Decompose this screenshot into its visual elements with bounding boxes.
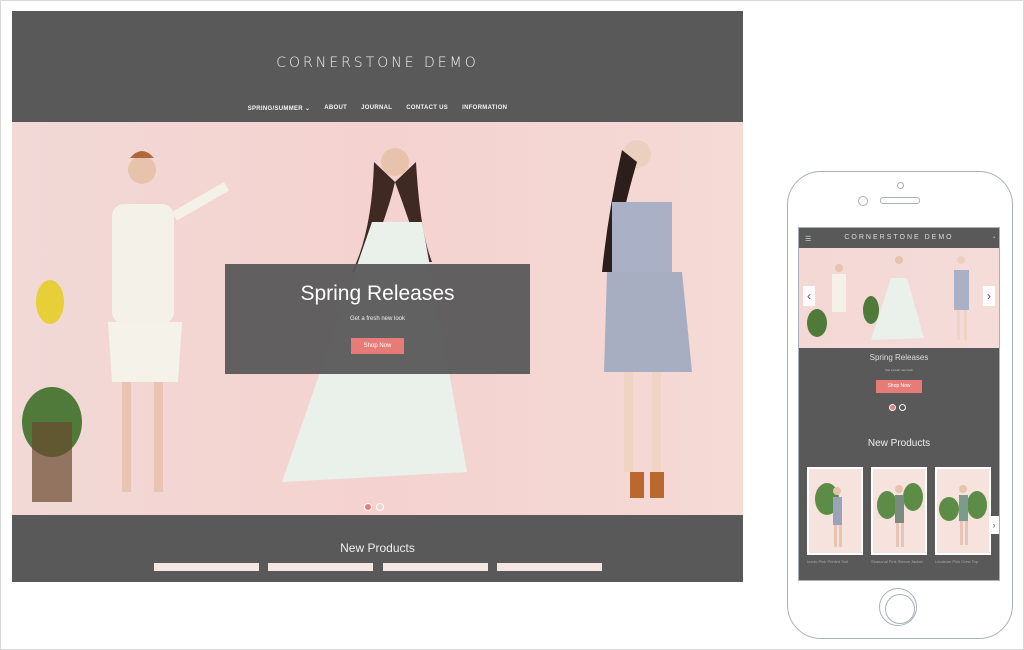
mobile-shop-now-button[interactable]: Shop Now: [876, 380, 922, 393]
nav-item-journal[interactable]: JOURNAL: [361, 105, 392, 112]
mobile-header: ☰ CORNERSTONE DEMO •: [799, 228, 999, 248]
hero-subtitle: Get a fresh new look: [349, 316, 406, 322]
product-image: [809, 469, 861, 553]
product-card[interactable]: [807, 467, 863, 555]
hero-title: Spring Releases: [300, 282, 455, 305]
new-products-title: New Products: [340, 541, 415, 555]
slider-dot-2[interactable]: [376, 503, 384, 511]
slider-next-icon[interactable]: ›: [983, 286, 995, 306]
mobile-hero-title: Spring Releases: [869, 353, 929, 362]
product-thumb[interactable]: [154, 563, 259, 571]
desktop-site: CORNERSTONE DEMO SPRING/SUMMER ⌄ ABOUT JO…: [12, 11, 743, 582]
nav-item-spring-summer[interactable]: SPRING/SUMMER ⌄: [248, 105, 311, 112]
main-nav: SPRING/SUMMER ⌄ ABOUT JOURNAL CONTACT US …: [12, 105, 743, 112]
product-card[interactable]: [871, 467, 927, 555]
mobile-new-products-title: New Products: [867, 438, 931, 449]
product-image: [937, 469, 989, 553]
product-thumb[interactable]: [383, 563, 488, 571]
mobile-hero: ‹ ›: [799, 248, 999, 348]
phone-camera: [858, 196, 868, 206]
mobile-hero-subtitle: Get a fresh new look: [885, 368, 913, 372]
slider-dots: [364, 503, 384, 511]
mobile-slider-dots: [889, 404, 906, 411]
product-thumb[interactable]: [497, 563, 602, 571]
product-label[interactable]: Iconic Pink Printed Suit: [807, 559, 863, 564]
phone-speaker: [880, 197, 920, 204]
nav-item-contact-us[interactable]: CONTACT US: [406, 105, 448, 112]
site-header: CORNERSTONE DEMO SPRING/SUMMER ⌄ ABOUT JO…: [12, 11, 743, 122]
product-label[interactable]: Seasonal Pink Sleeve Jacket: [871, 559, 927, 564]
chevron-down-icon: ⌄: [304, 106, 311, 112]
mobile-hero-photo: [807, 256, 969, 340]
hero-slide: Spring Releases Get a fresh new look Sho…: [12, 122, 743, 515]
home-button-ring: [885, 594, 915, 624]
nav-item-about[interactable]: ABOUT: [324, 105, 347, 112]
mobile-logo[interactable]: CORNERSTONE DEMO: [799, 234, 999, 241]
cart-icon[interactable]: •: [993, 235, 995, 241]
slider-dot-2[interactable]: [899, 404, 906, 411]
site-logo[interactable]: CORNERSTONE DEMO: [12, 55, 743, 71]
nav-item-information[interactable]: INFORMATION: [462, 105, 507, 112]
product-label[interactable]: Linoleum Pink Crew Top: [935, 559, 991, 564]
hero-caption-box: Spring Releases Get a fresh new look Sho…: [225, 264, 530, 374]
slider-dot-1[interactable]: [889, 404, 896, 411]
product-image: [873, 469, 925, 553]
shop-now-button[interactable]: Shop Now: [350, 338, 405, 354]
slider-prev-icon[interactable]: ‹: [803, 286, 815, 306]
mobile-site: ☰ CORNERSTONE DEMO • ‹ › Spring Releases…: [798, 227, 1000, 581]
product-card[interactable]: [935, 467, 991, 555]
slider-dot-1[interactable]: [364, 503, 372, 511]
nav-item-label: SPRING/SUMMER: [247, 106, 303, 112]
products-next-icon[interactable]: ›: [989, 516, 999, 534]
product-thumb[interactable]: [268, 563, 373, 571]
phone-sensor: [897, 182, 904, 189]
